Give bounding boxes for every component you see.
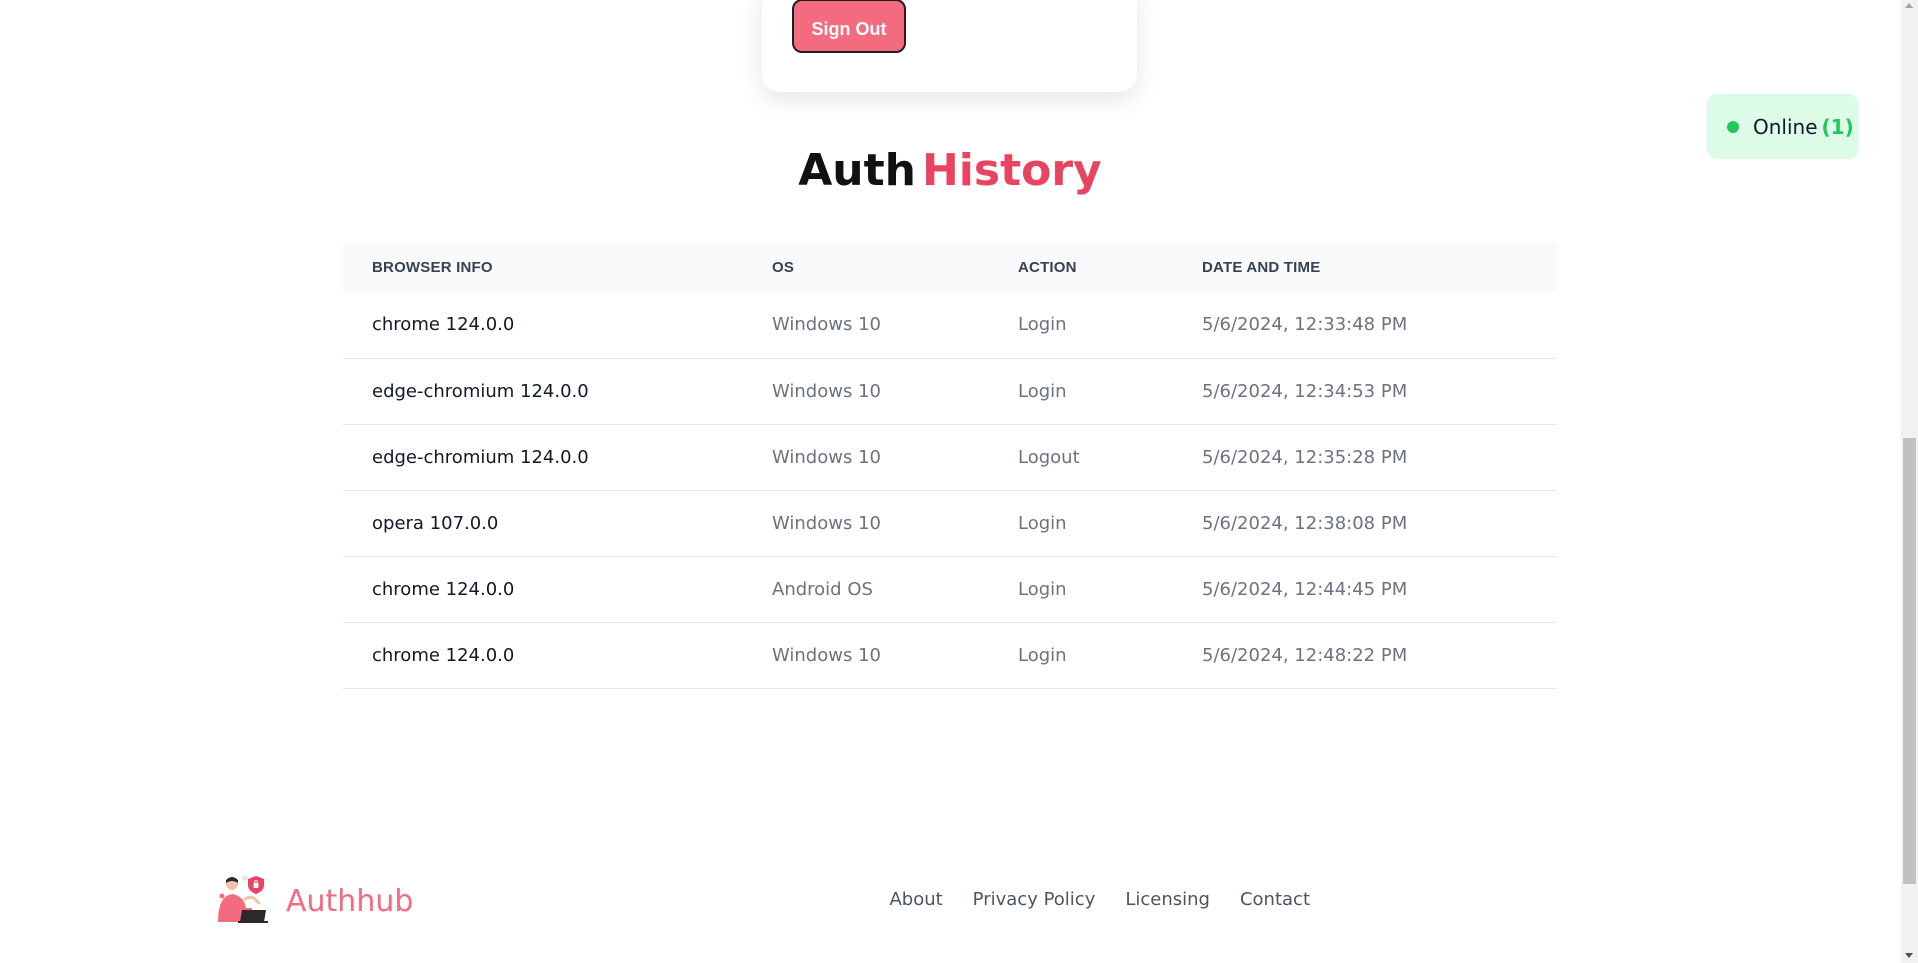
- online-dot-icon: [1727, 120, 1739, 133]
- sign-out-button[interactable]: Sign Out: [792, 0, 906, 53]
- table-row: opera 107.0.0 Windows 10 Login 5/6/2024,…: [343, 490, 1557, 557]
- page-title-part2: History: [921, 145, 1102, 196]
- page-scrollbar[interactable]: [1901, 0, 1918, 963]
- cell-action: Login: [989, 622, 1173, 689]
- page-title: Auth History: [0, 143, 1900, 199]
- footer-link-privacy-policy[interactable]: Privacy Policy: [973, 889, 1096, 910]
- footer-links: About Privacy Policy Licensing Contact: [859, 889, 1310, 910]
- scrollbar-thumb[interactable]: [1903, 438, 1916, 884]
- column-header-action: ACTION: [1018, 258, 1077, 276]
- table-row: edge-chromium 124.0.0 Windows 10 Logout …: [343, 424, 1557, 491]
- column-header-os: OS: [772, 258, 795, 276]
- cell-datetime: 5/6/2024, 12:38:08 PM: [1173, 490, 1557, 557]
- cell-browser: opera 107.0.0: [343, 490, 743, 557]
- person-laptop-shield-icon[interactable]: [208, 874, 272, 924]
- scroll-up-arrow-icon[interactable]: [1905, 3, 1913, 8]
- cell-action: Login: [989, 490, 1173, 557]
- cell-browser: chrome 124.0.0: [343, 622, 743, 689]
- cell-os: Windows 10: [743, 424, 989, 491]
- cell-action: Login: [989, 556, 1173, 623]
- table-row: edge-chromium 124.0.0 Windows 10 Login 5…: [343, 358, 1557, 425]
- table-row: chrome 124.0.0 Android OS Login 5/6/2024…: [343, 556, 1557, 623]
- cell-datetime: 5/6/2024, 12:35:28 PM: [1173, 424, 1557, 491]
- cell-action: Logout: [989, 424, 1173, 491]
- cell-os: Windows 10: [743, 622, 989, 689]
- table-row: chrome 124.0.0 Windows 10 Login 5/6/2024…: [343, 292, 1557, 359]
- cell-os: Windows 10: [743, 358, 989, 425]
- cell-browser: edge-chromium 124.0.0: [343, 358, 743, 425]
- footer-link-licensing[interactable]: Licensing: [1125, 889, 1210, 910]
- online-count: (1): [1821, 114, 1854, 139]
- table-row: chrome 124.0.0 Windows 10 Login 5/6/2024…: [343, 622, 1557, 689]
- cell-datetime: 5/6/2024, 12:44:45 PM: [1173, 556, 1557, 623]
- cell-datetime: 5/6/2024, 12:33:48 PM: [1173, 292, 1557, 359]
- footer-link-about[interactable]: About: [889, 889, 942, 910]
- page-title-part1: Auth: [798, 145, 916, 196]
- cell-browser: chrome 124.0.0: [343, 292, 743, 359]
- cell-os: Windows 10: [743, 292, 989, 359]
- brand-name[interactable]: Authhub: [286, 884, 413, 919]
- scroll-down-arrow-icon[interactable]: [1905, 953, 1913, 958]
- column-header-browser-info: BROWSER INFO: [372, 258, 493, 276]
- cell-datetime: 5/6/2024, 12:34:53 PM: [1173, 358, 1557, 425]
- table-header-row: BROWSER INFO OS ACTION DATE AND TIME: [343, 242, 1557, 292]
- footer-link-contact[interactable]: Contact: [1240, 889, 1310, 910]
- profile-card: Sign Out: [762, 0, 1137, 92]
- cell-browser: edge-chromium 124.0.0: [343, 424, 743, 491]
- cell-os: Windows 10: [743, 490, 989, 557]
- cell-action: Login: [989, 358, 1173, 425]
- cell-action: Login: [989, 292, 1173, 359]
- cell-browser: chrome 124.0.0: [343, 556, 743, 623]
- cell-datetime: 5/6/2024, 12:48:22 PM: [1173, 622, 1557, 689]
- auth-history-table: BROWSER INFO OS ACTION DATE AND TIME chr…: [343, 242, 1557, 689]
- footer: Authhub About Privacy Policy Licensing C…: [0, 870, 1900, 930]
- column-header-date-and-time: DATE AND TIME: [1202, 258, 1321, 276]
- online-label: Online: [1753, 114, 1818, 139]
- cell-os: Android OS: [743, 556, 989, 623]
